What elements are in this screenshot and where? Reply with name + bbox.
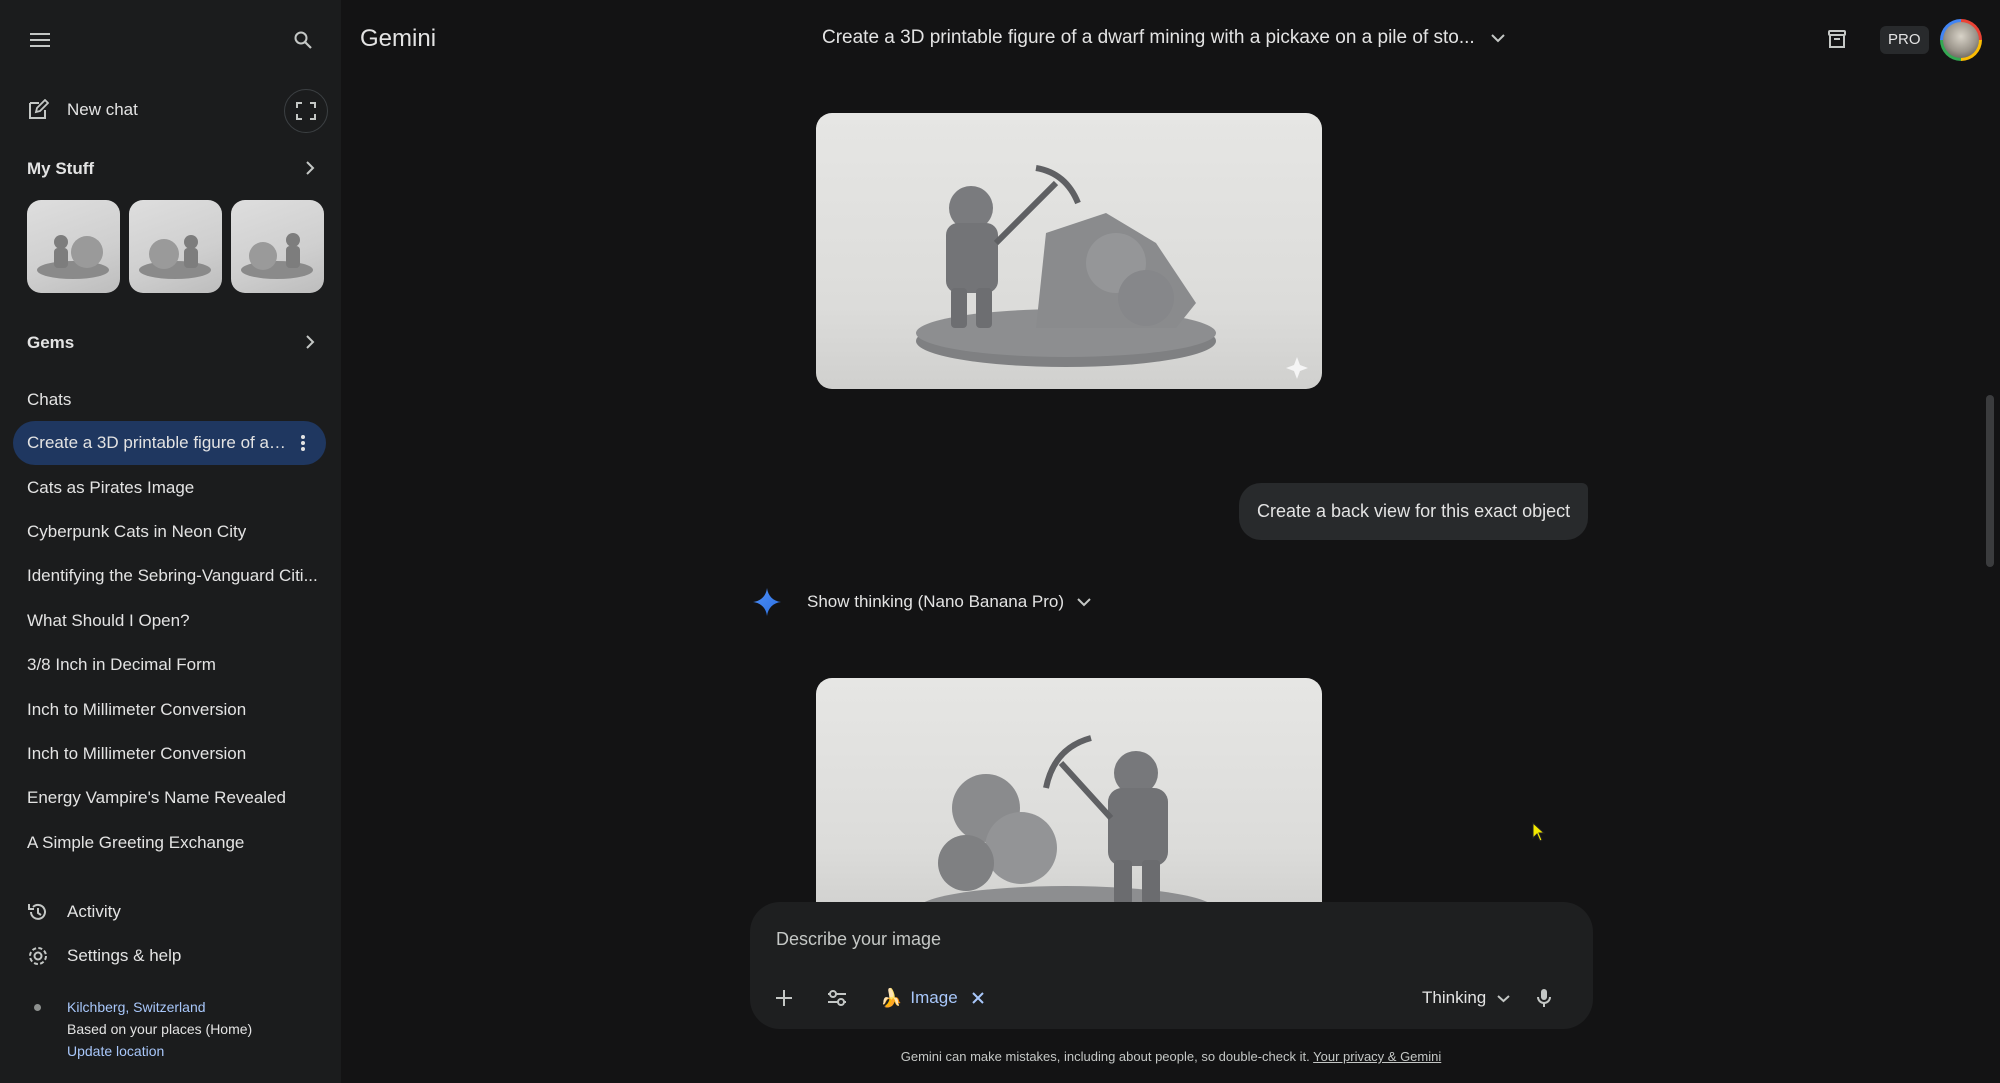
history-icon — [28, 903, 46, 920]
microphone-button[interactable] — [1528, 982, 1560, 1014]
dwarf-figure-image — [241, 233, 313, 279]
menu-button[interactable] — [22, 22, 58, 58]
chat-item[interactable]: Inch to Millimeter Conversion — [13, 688, 326, 732]
menu-icon — [30, 33, 50, 47]
chat-item-label: 3/8 Inch in Decimal Form — [27, 655, 216, 674]
app-title[interactable]: Gemini — [360, 25, 436, 53]
chat-item[interactable]: A Simple Greeting Exchange — [13, 821, 326, 865]
gemini-spark-icon — [753, 588, 781, 616]
chat-item-label: Inch to Millimeter Conversion — [27, 744, 247, 763]
chat-item-selected[interactable]: Create a 3D printable figure of a ... — [13, 421, 326, 465]
chevron-right-icon[interactable] — [305, 335, 315, 349]
image-tool-chip[interactable]: 🍌 Image — [880, 982, 984, 1014]
activity-label: Activity — [67, 902, 121, 921]
mode-selector[interactable]: Thinking — [1422, 982, 1510, 1014]
chevron-down-icon — [1490, 34, 1505, 43]
disclaimer-text: Gemini can make mistakes, including abou… — [900, 1049, 1314, 1064]
dwarf-figure-image — [916, 735, 1216, 918]
microphone-icon — [1537, 989, 1551, 1007]
chat-item[interactable]: Energy Vampire's Name Revealed — [13, 776, 326, 820]
settings-button[interactable]: Settings & help — [13, 934, 326, 978]
chevron-down-icon — [1077, 598, 1091, 607]
pro-badge[interactable]: PRO — [1880, 26, 1929, 54]
location-dot — [34, 1004, 41, 1011]
show-thinking-toggle[interactable]: Show thinking (Nano Banana Pro) — [807, 592, 1091, 612]
chat-item[interactable]: Inch to Millimeter Conversion — [13, 732, 326, 776]
my-stuff-title[interactable]: My Stuff — [27, 159, 94, 179]
chat-item[interactable]: Identifying the Sebring-Vanguard Citi... — [13, 554, 326, 598]
tune-icon — [828, 990, 846, 1006]
add-button[interactable] — [768, 982, 800, 1014]
chevron-down-icon — [1497, 994, 1510, 1002]
generated-image-back[interactable] — [816, 678, 1322, 918]
sidebar: New chat My Stuff Gems Chats Create a 3D… — [0, 0, 341, 1083]
search-icon — [294, 31, 312, 49]
chat-item-label: Cyberpunk Cats in Neon City — [27, 522, 247, 541]
tools-button[interactable] — [821, 982, 853, 1014]
conversation-title: Create a 3D printable figure of a dwarf … — [822, 27, 1475, 48]
dwarf-figure-image — [37, 235, 109, 279]
main-area: Gemini Create a 3D printable figure of a… — [341, 0, 2000, 1083]
new-chat-label: New chat — [67, 100, 138, 119]
dwarf-figure-image — [916, 165, 1308, 379]
dwarf-figure-image — [139, 235, 211, 279]
archive-button[interactable] — [1822, 24, 1852, 54]
avatar[interactable] — [1940, 19, 1982, 61]
chat-item-label: A Simple Greeting Exchange — [27, 833, 245, 852]
chat-item-label: Energy Vampire's Name Revealed — [27, 788, 286, 807]
location-basis: Based on your places (Home) — [67, 1021, 253, 1037]
new-chat-button[interactable]: New chat — [13, 88, 326, 132]
location-place[interactable]: Kilchberg, Switzerland — [67, 999, 206, 1015]
banana-icon: 🍌 — [880, 987, 903, 1009]
disclaimer: Gemini can make mistakes, including abou… — [783, 1049, 1559, 1064]
generated-image-front[interactable] — [816, 113, 1322, 389]
image-tool-label: Image — [910, 988, 958, 1007]
chevron-right-icon[interactable] — [305, 161, 315, 175]
conversation-title-dropdown[interactable]: Create a 3D printable figure of a dwarf … — [822, 27, 1505, 49]
chat-item[interactable]: What Should I Open? — [13, 599, 326, 643]
chat-item-label: Create a 3D printable figure of a ... — [27, 433, 286, 452]
sparkle-icon — [1286, 357, 1308, 379]
activity-button[interactable]: Activity — [13, 890, 326, 934]
plus-icon — [776, 990, 792, 1006]
settings-label: Settings & help — [67, 946, 182, 965]
gems-title[interactable]: Gems — [27, 333, 74, 353]
temporary-chat-button[interactable] — [284, 89, 328, 133]
chat-item[interactable]: Cats as Pirates Image — [13, 466, 326, 510]
mode-label: Thinking — [1422, 988, 1487, 1007]
composer: input::placeholder{color:#c4c7c5;} 🍌 Ima… — [750, 902, 1593, 1029]
chats-title: Chats — [27, 390, 72, 409]
privacy-link[interactable]: Your privacy & Gemini — [1313, 1049, 1441, 1064]
search-button[interactable] — [285, 22, 321, 58]
avatar-image — [1943, 22, 1979, 58]
archive-icon — [1828, 30, 1846, 48]
chat-item-label: Identifying the Sebring-Vanguard Citi... — [27, 566, 318, 585]
chat-item-label: Inch to Millimeter Conversion — [27, 700, 247, 719]
show-thinking-label: Show thinking (Nano Banana Pro) — [807, 592, 1065, 611]
update-location-link[interactable]: Update location — [67, 1043, 164, 1059]
my-stuff-thumbnail[interactable] — [231, 200, 324, 293]
chat-item[interactable]: 3/8 Inch in Decimal Form — [13, 643, 326, 687]
user-message-text: Create a back view for this exact object — [1257, 501, 1571, 521]
chat-item-label: What Should I Open? — [27, 611, 190, 630]
temporary-chat-icon — [296, 102, 316, 120]
edit-icon — [29, 99, 49, 119]
chat-item-label: Cats as Pirates Image — [27, 478, 195, 497]
my-stuff-thumbnail[interactable] — [129, 200, 222, 293]
more-vert-icon[interactable] — [300, 434, 306, 452]
mouse-cursor-icon — [1532, 822, 1546, 842]
scrollbar-thumb[interactable] — [1986, 395, 1994, 567]
my-stuff-thumbnail[interactable] — [27, 200, 120, 293]
gear-icon — [29, 947, 47, 965]
chat-item[interactable]: Cyberpunk Cats in Neon City — [13, 510, 326, 554]
prompt-input[interactable] — [776, 922, 1556, 956]
close-icon[interactable] — [971, 992, 984, 1004]
user-message-bubble: Create a back view for this exact object — [1239, 483, 1589, 540]
